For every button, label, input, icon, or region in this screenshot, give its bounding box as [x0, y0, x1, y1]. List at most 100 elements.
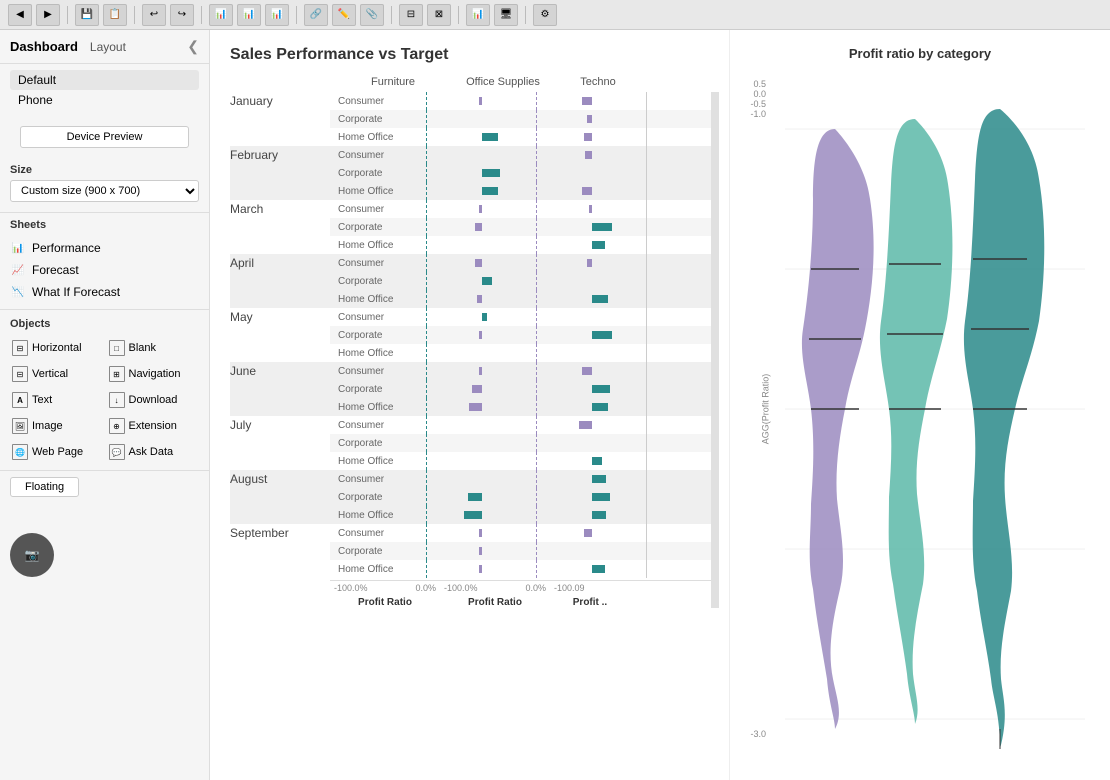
- violin-teal: [964, 109, 1044, 749]
- floating-section: Floating: [0, 470, 209, 503]
- object-blank[interactable]: □ Blank: [107, 338, 200, 358]
- june-group: June Consumer: [230, 362, 711, 416]
- object-text[interactable]: A Text: [10, 390, 103, 410]
- object-askdata[interactable]: 💬 Ask Data: [107, 442, 200, 462]
- month-group-september: September Consumer: [230, 524, 711, 578]
- horizontal-icon: ⊟: [12, 340, 28, 356]
- september-group: September Consumer: [230, 524, 711, 578]
- sidebar-header: Dashboard Layout ❮: [0, 30, 209, 64]
- february-segments: Consumer Corporate: [330, 146, 719, 200]
- footer-os: Profit Ratio: [440, 597, 550, 608]
- toolbar: ◀ ▶ 💾 📋 ↩ ↪ 📊 📊 📊 🔗 ✏️ 📎 ⊟ ⊠ 📊 🖥 ⚙: [0, 0, 1110, 30]
- size-select[interactable]: Custom size (900 x 700): [10, 180, 199, 202]
- object-navigation[interactable]: ⊞ Navigation: [107, 364, 200, 384]
- floating-button[interactable]: Floating: [10, 477, 79, 497]
- jan-home-tech-cell: [646, 128, 719, 146]
- right-chart-title: Profit ratio by category: [740, 46, 1100, 61]
- sidebar-item-phone[interactable]: Phone: [10, 90, 199, 110]
- february-group: February Consumer: [230, 146, 711, 200]
- month-group-january: January Consumer: [230, 92, 711, 146]
- back-button[interactable]: ◀: [8, 4, 32, 26]
- save-button[interactable]: 💾: [75, 4, 99, 26]
- object-download[interactable]: ↓ Download: [107, 390, 200, 410]
- edit-button[interactable]: ✏️: [332, 4, 356, 26]
- toolbar-separator-7: [525, 6, 526, 24]
- jan-corp-os-bar: [587, 115, 592, 123]
- violin-wrapper: AGG(Profit Ratio) 0.5 0.0 -0.5 -1.0 -3.0: [740, 69, 1100, 749]
- object-vertical[interactable]: ⊟ Vertical: [10, 364, 103, 384]
- object-image[interactable]: 🖼 Image: [10, 416, 103, 436]
- sidebar: Dashboard Layout ❮ Default Phone Device …: [0, 30, 210, 780]
- jan-home-label: Home Office: [338, 132, 426, 143]
- march-group: March Consumer: [230, 200, 711, 254]
- jan-consumer-tech-cell: [646, 92, 719, 110]
- object-webpage[interactable]: 🌐 Web Page: [10, 442, 103, 462]
- feb-con-os: [536, 146, 646, 164]
- camera-fab[interactable]: 📷: [10, 533, 54, 577]
- link-button[interactable]: 🔗: [304, 4, 328, 26]
- march-segments: Consumer: [330, 200, 719, 254]
- col-header-tech: Techno: [558, 76, 638, 88]
- axis-labels: -100.0% 0.0% -100.0% 0.0% -100.09: [330, 580, 711, 593]
- navigation-icon: ⊞: [109, 366, 125, 382]
- blank-icon: □: [109, 340, 125, 356]
- toolbar-separator-3: [201, 6, 202, 24]
- performance-icon: 📊: [10, 240, 26, 256]
- y-axis-label: AGG(Profit Ratio): [760, 374, 770, 445]
- sheet-item-forecast[interactable]: 📈 Forecast: [10, 259, 199, 281]
- jan-consumer-furn-bar: [479, 97, 482, 105]
- sheet-item-whatif[interactable]: 📉 What If Forecast: [10, 281, 199, 303]
- september-label: September: [230, 524, 330, 540]
- sidebar-close-icon[interactable]: ❮: [187, 38, 199, 55]
- attach-button[interactable]: 📎: [360, 4, 384, 26]
- share-button[interactable]: ⚙: [533, 4, 557, 26]
- redo-button[interactable]: ↪: [170, 4, 194, 26]
- forward-button[interactable]: ▶: [36, 4, 60, 26]
- device-button[interactable]: 🖥: [494, 4, 518, 26]
- sheet-item-performance[interactable]: 📊 Performance: [10, 237, 199, 259]
- month-group-may: May Consumer: [230, 308, 711, 362]
- feb-consumer-row: Consumer: [330, 146, 719, 164]
- july-group: July Consumer: [230, 416, 711, 470]
- chart1-button[interactable]: 📊: [209, 4, 233, 26]
- february-label: February: [230, 146, 330, 162]
- jan-homeoffice-row: Home Office: [330, 128, 719, 146]
- device-preview-button[interactable]: Device Preview: [20, 126, 189, 148]
- jan-corp-label: Corporate: [338, 114, 426, 125]
- feb-con-furn: [426, 146, 536, 164]
- chart2-button[interactable]: 📊: [237, 4, 261, 26]
- layout-tab[interactable]: Layout: [90, 40, 126, 54]
- jan-consumer-os-bar: [582, 97, 592, 105]
- layout1-button[interactable]: ⊟: [399, 4, 423, 26]
- january-group: January Consumer: [230, 92, 711, 146]
- present-button[interactable]: 📊: [466, 4, 490, 26]
- object-horizontal[interactable]: ⊟ Horizontal: [10, 338, 103, 358]
- jan-consumer-row: Consumer: [330, 92, 719, 110]
- feb-home-row: Home Office: [330, 182, 719, 200]
- chart3-button[interactable]: 📊: [265, 4, 289, 26]
- image-icon: 🖼: [12, 418, 28, 434]
- toolbar-separator-2: [134, 6, 135, 24]
- size-label: Size: [10, 164, 199, 176]
- violin-green: [880, 119, 953, 724]
- layout2-button[interactable]: ⊠: [427, 4, 451, 26]
- toolbar-separator-1: [67, 6, 68, 24]
- copy-button[interactable]: 📋: [103, 4, 127, 26]
- askdata-icon: 💬: [109, 444, 125, 460]
- violin-svg-container: [770, 69, 1100, 749]
- download-icon: ↓: [109, 392, 125, 408]
- feb-home-label: Home Office: [338, 186, 426, 197]
- jan-home-os-cell: [536, 128, 646, 146]
- undo-button[interactable]: ↩: [142, 4, 166, 26]
- month-group-april: April Consumer: [230, 254, 711, 308]
- january-segments: Consumer: [330, 92, 719, 146]
- size-section: Size Custom size (900 x 700): [0, 158, 209, 208]
- feb-corp-label: Corporate: [338, 168, 426, 179]
- whatif-icon: 📉: [10, 284, 26, 300]
- jan-home-furn-bar: [482, 133, 498, 141]
- text-icon: A: [12, 392, 28, 408]
- device-preview-section: Device Preview: [0, 116, 209, 158]
- object-extension[interactable]: ⊕ Extension: [107, 416, 200, 436]
- sidebar-item-default[interactable]: Default: [10, 70, 199, 90]
- jan-consumer-label: Consumer: [338, 96, 426, 107]
